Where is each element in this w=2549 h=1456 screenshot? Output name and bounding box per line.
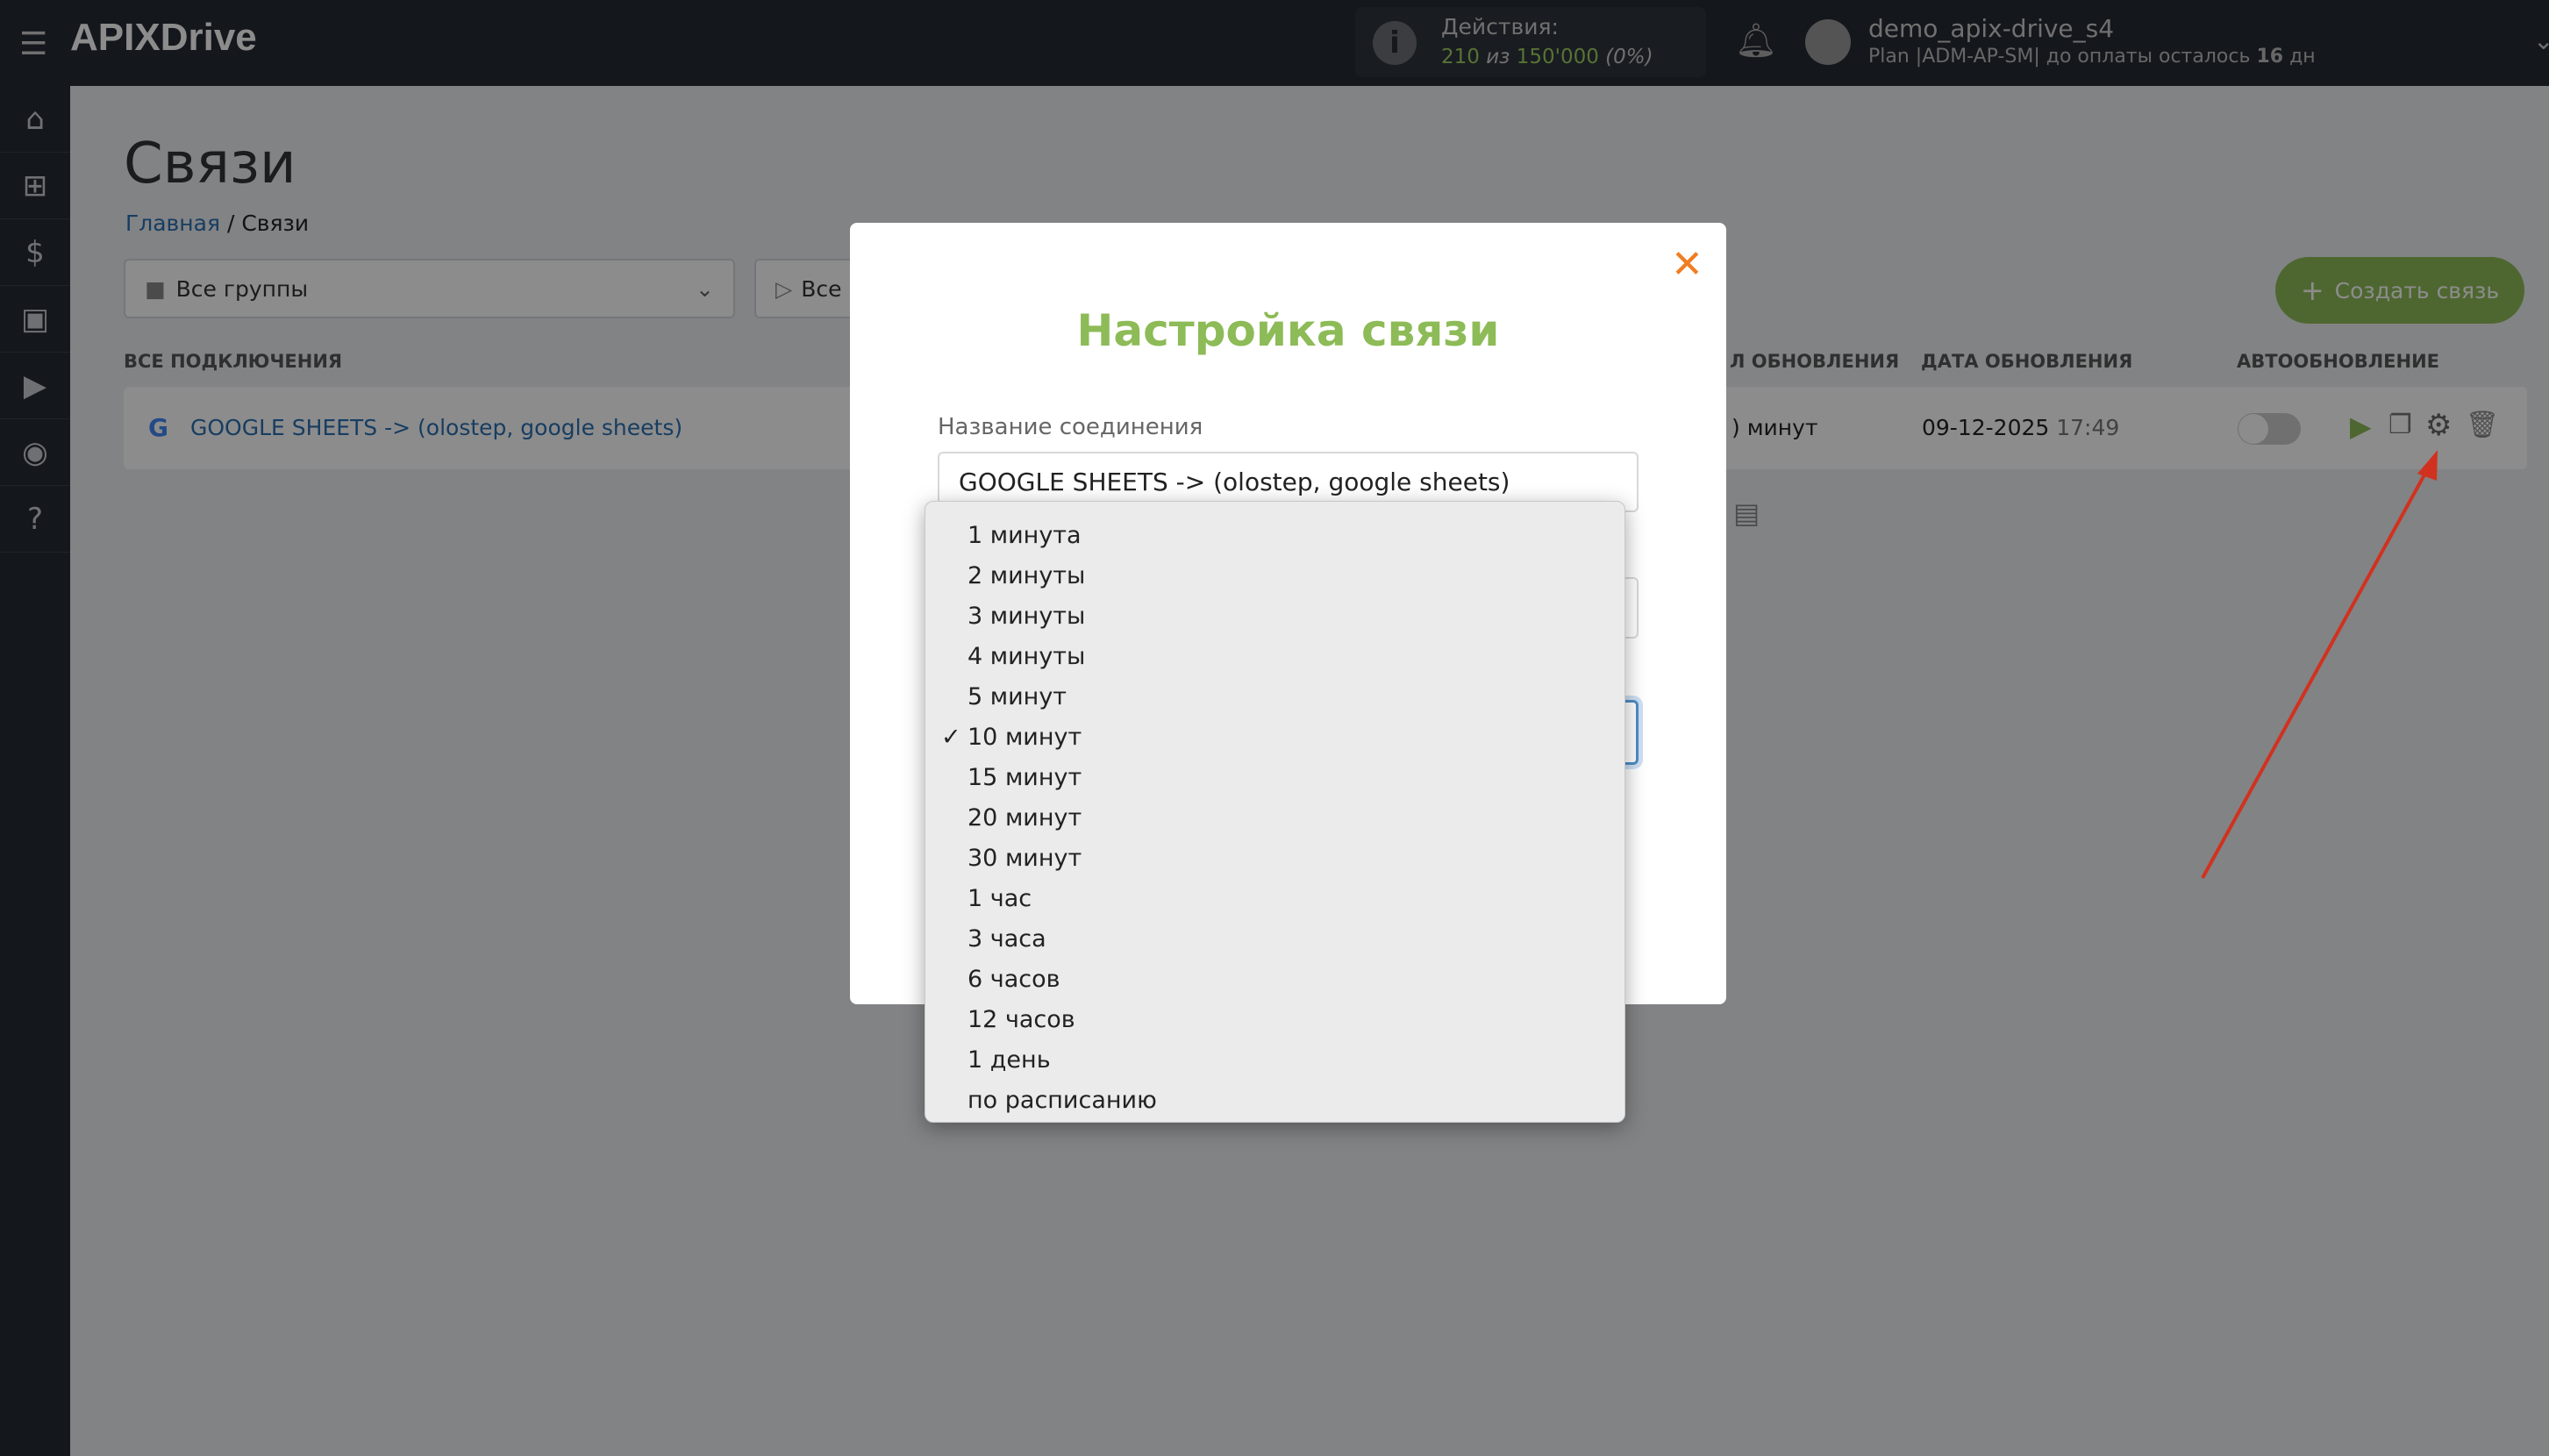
document-icon[interactable]: ▤ bbox=[1733, 496, 1760, 530]
breadcrumb-sep: / bbox=[226, 211, 235, 236]
option-label: 3 минуты bbox=[967, 603, 1086, 630]
breadcrumb-home[interactable]: Главная bbox=[125, 211, 220, 236]
menu-icon[interactable]: ☰ bbox=[19, 26, 47, 62]
plus-icon: + bbox=[2300, 274, 2324, 307]
option-label: 10 минут bbox=[967, 724, 1082, 751]
option-label: 2 минуты bbox=[967, 562, 1086, 589]
option-label: 20 минут bbox=[967, 804, 1082, 831]
folder-icon: ■ bbox=[145, 275, 166, 302]
play-icon[interactable]: ▶ bbox=[2350, 410, 2372, 443]
row-interval: ) минут bbox=[1731, 415, 1818, 440]
option-label: по расписанию bbox=[967, 1087, 1157, 1114]
col-interval: Л ОБНОВЛЕНИЯ bbox=[1730, 351, 1900, 372]
plan-days: 16 bbox=[2256, 46, 2284, 68]
name-label: Название соединения bbox=[938, 414, 1203, 440]
option-label: 6 часов bbox=[967, 966, 1060, 993]
option-label: 30 минут bbox=[967, 845, 1082, 872]
plan-info: Plan |ADM-AP-SM| до оплаты осталось 16 д… bbox=[1868, 46, 2316, 68]
col-autoupdate: АВТООБНОВЛЕНИЕ bbox=[2237, 351, 2440, 372]
col-date: ДАТА ОБНОВЛЕНИЯ bbox=[1921, 351, 2133, 372]
plan-suffix: дн bbox=[2289, 46, 2316, 68]
plan-prefix: Plan |ADM-AP-SM| до оплаты осталось bbox=[1868, 46, 2251, 68]
dropdown-option[interactable]: 5 минут bbox=[925, 677, 1624, 717]
option-label: 1 минута bbox=[967, 522, 1082, 549]
home-icon[interactable]: ⌂ bbox=[0, 86, 70, 153]
dropdown-option[interactable]: 15 минут bbox=[925, 758, 1624, 798]
actions-widget: i Действия: 210 из 150'000 (0%) bbox=[1355, 7, 1706, 77]
actions-sep: из bbox=[1486, 46, 1510, 68]
option-label: 12 часов bbox=[967, 1006, 1075, 1033]
row-date-value: 09-12-2025 bbox=[1922, 415, 2050, 440]
row-date: 09-12-2025 17:49 bbox=[1922, 415, 2119, 440]
group-select[interactable]: ■ Все группы ⌄ bbox=[124, 259, 735, 318]
page-title: Связи bbox=[124, 132, 296, 196]
dropdown-option[interactable]: 12 часов bbox=[925, 1000, 1624, 1040]
dropdown-option[interactable]: 3 часа bbox=[925, 919, 1624, 960]
option-label: 1 день bbox=[967, 1046, 1051, 1074]
status-select-value: Все bbox=[801, 275, 842, 302]
create-connection-button[interactable]: + Создать связь bbox=[2275, 257, 2524, 324]
option-label: 1 час bbox=[967, 885, 1032, 912]
dropdown-option[interactable]: ✓ 10 минут bbox=[925, 717, 1624, 758]
option-label: 15 минут bbox=[967, 764, 1082, 791]
dropdown-option[interactable]: 2 минуты bbox=[925, 556, 1624, 596]
google-icon: G bbox=[148, 413, 168, 442]
gear-icon[interactable]: ⚙ bbox=[2425, 408, 2452, 443]
actions-pct: (0%) bbox=[1605, 46, 1653, 68]
sidebar: ⌂ ⊞ $ ▣ ▶ ◉ ? bbox=[0, 86, 70, 1456]
create-label: Создать связь bbox=[2334, 277, 2500, 303]
logo[interactable]: APIXDrive bbox=[70, 16, 257, 60]
dropdown-option[interactable]: 20 минут bbox=[925, 798, 1624, 839]
help-icon[interactable]: ? bbox=[0, 486, 70, 553]
actions-used: 210 bbox=[1441, 46, 1480, 68]
autoupdate-toggle[interactable] bbox=[2238, 413, 2301, 445]
dropdown-option[interactable]: по расписанию bbox=[925, 1081, 1624, 1121]
briefcase-icon[interactable]: ▣ bbox=[0, 286, 70, 353]
dropdown-option[interactable]: 1 час bbox=[925, 879, 1624, 919]
close-icon[interactable]: ✕ bbox=[1671, 242, 1703, 287]
dropdown-option[interactable]: 30 минут bbox=[925, 839, 1624, 879]
option-label: 3 часа bbox=[967, 925, 1046, 953]
avatar-icon[interactable] bbox=[1805, 19, 1851, 65]
option-label: 4 минуты bbox=[967, 643, 1086, 670]
option-label: 5 минут bbox=[967, 683, 1067, 710]
dropdown-option[interactable]: 3 минуты bbox=[925, 596, 1624, 637]
bell-icon[interactable]: 🔔︎ bbox=[1735, 21, 1777, 61]
trash-icon[interactable]: 🗑︎ bbox=[2466, 410, 2499, 440]
dropdown-option[interactable]: 6 часов bbox=[925, 960, 1624, 1000]
youtube-icon[interactable]: ▶ bbox=[0, 353, 70, 419]
connection-name-link[interactable]: GOOGLE SHEETS -> (olostep, google sheets… bbox=[190, 415, 682, 440]
username[interactable]: demo_apix-drive_s4 bbox=[1868, 14, 2114, 43]
actions-count: 210 из 150'000 (0%) bbox=[1441, 46, 1653, 68]
breadcrumb-current: Связи bbox=[241, 211, 310, 236]
chevron-down-icon[interactable]: ⌄ bbox=[2533, 26, 2549, 55]
breadcrumb: Главная / Связи bbox=[125, 211, 309, 236]
dropdown-option[interactable]: 4 минуты bbox=[925, 637, 1624, 677]
actions-label: Действия: bbox=[1441, 14, 1559, 39]
check-icon: ✓ bbox=[941, 724, 961, 751]
col-all-connections: ВСЕ ПОДКЛЮЧЕНИЯ bbox=[124, 351, 343, 372]
interval-dropdown[interactable]: 1 минута 2 минуты 3 минуты 4 минуты 5 минут ✓… bbox=[925, 501, 1625, 1123]
info-icon: i bbox=[1373, 21, 1417, 65]
copy-icon[interactable]: ❐ bbox=[2388, 410, 2412, 440]
row-time: 17:49 bbox=[2056, 415, 2120, 440]
play-icon: ▷ bbox=[775, 275, 793, 302]
group-select-value: Все группы bbox=[175, 275, 309, 302]
actions-total: 150'000 bbox=[1516, 46, 1599, 68]
modal-title: Настройка связи bbox=[1076, 305, 1500, 356]
sitemap-icon[interactable]: ⊞ bbox=[0, 153, 70, 219]
chevron-down-icon: ⌄ bbox=[696, 275, 714, 302]
top-header: ☰ APIXDrive i Действия: 210 из 150'000 (… bbox=[0, 0, 2549, 86]
dollar-icon[interactable]: $ bbox=[0, 219, 70, 286]
dropdown-option[interactable]: 1 день bbox=[925, 1040, 1624, 1081]
dropdown-option[interactable]: 1 минута bbox=[925, 516, 1624, 556]
user-icon[interactable]: ◉ bbox=[0, 419, 70, 486]
